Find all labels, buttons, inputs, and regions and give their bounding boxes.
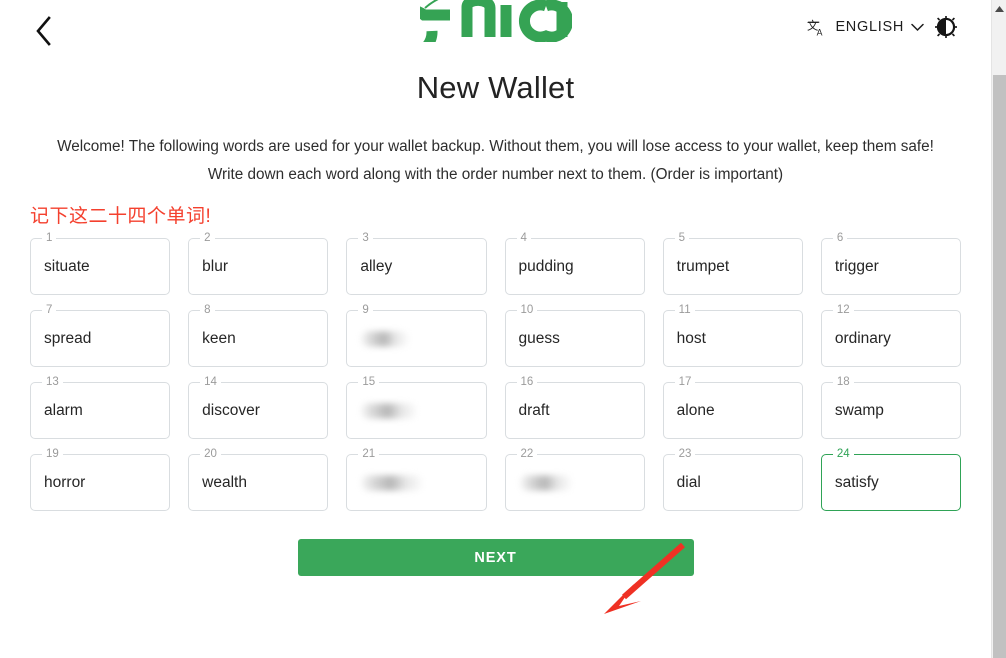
mnemonic-word-value: host [676, 329, 706, 347]
mnemonic-word-number: 10 [516, 303, 538, 317]
svg-text:A: A [817, 27, 823, 37]
mnemonic-word-redacted [361, 331, 410, 346]
mnemonic-word-field-3[interactable]: 3 alley [346, 231, 487, 295]
mnemonic-word-number: 18 [832, 375, 854, 389]
mnemonic-word-number: 15 [358, 375, 380, 389]
mnemonic-word-redacted [361, 475, 424, 490]
app-header: 文 A ENGLISH [0, 0, 991, 62]
mnemonic-word-value: situate [44, 257, 90, 275]
mnemonic-word-value: wealth [202, 473, 247, 491]
mnemonic-word-value: satisfy [834, 473, 879, 491]
mnemonic-word-value: alley [360, 257, 393, 275]
language-label: ENGLISH [835, 19, 904, 35]
mnemonic-word-field-6[interactable]: 6 trigger [820, 231, 961, 295]
page-viewport: 文 A ENGLISH New Wallet Welcome! The foll… [0, 0, 991, 658]
intro-line-2: Write down each word along with the orde… [207, 166, 784, 183]
mnemonic-word-field-2[interactable]: 2 blur [188, 231, 329, 295]
mnemonic-word-number: 6 [832, 231, 848, 245]
browser-scrollbar[interactable] [991, 0, 1006, 658]
mnemonic-word-field-18[interactable]: 18 swamp [820, 375, 961, 439]
translate-icon: 文 A [807, 17, 828, 38]
mnemonic-word-number: 9 [358, 303, 373, 317]
mnemonic-word-number: 4 [516, 231, 531, 245]
mnemonic-word-field-21[interactable]: 21 [346, 447, 487, 511]
next-button-row: NEXT [0, 539, 991, 576]
mnemonic-word-value: guess [518, 329, 560, 347]
intro-text: Welcome! The following words are used fo… [20, 133, 972, 189]
mnemonic-word-number: 14 [200, 375, 221, 389]
mnemonic-word-value: spread [44, 329, 92, 347]
mnemonic-word-grid: 1 situate 2 blur 3 alley 4 pudding 5 trumpet 6 trig… [0, 231, 991, 511]
mnemonic-word-field-16[interactable]: 16 draft [504, 375, 645, 439]
mnemonic-word-number: 11 [674, 303, 695, 317]
mnemonic-word-value: keen [202, 329, 236, 347]
mnemonic-word-number: 12 [832, 303, 854, 317]
mnemonic-word-value: blur [202, 257, 229, 275]
mnemonic-word-value: alarm [44, 401, 83, 419]
mnemonic-word-field-9[interactable]: 9 [346, 303, 487, 367]
scrollbar-thumb[interactable] [993, 75, 1006, 658]
mnemonic-word-field-19[interactable]: 19 horror [30, 447, 171, 511]
mnemonic-word-number: 22 [516, 447, 538, 461]
mnemonic-word-field-11[interactable]: 11 host [662, 303, 803, 367]
next-button[interactable]: NEXT [297, 539, 694, 576]
mnemonic-word-number: 19 [42, 447, 63, 461]
mnemonic-word-number: 21 [358, 447, 380, 461]
mnemonic-word-field-5[interactable]: 5 trumpet [662, 231, 803, 295]
mnemonic-word-field-1[interactable]: 1 situate [30, 231, 171, 295]
mnemonic-word-redacted [519, 475, 572, 490]
mnemonic-word-redacted [361, 403, 418, 418]
mnemonic-word-number: 20 [200, 447, 221, 461]
mnemonic-word-field-4[interactable]: 4 pudding [504, 231, 645, 295]
mnemonic-word-field-23[interactable]: 23 dial [662, 447, 803, 511]
mnemonic-word-number: 24 [832, 447, 854, 461]
back-button[interactable] [22, 10, 64, 52]
header-actions: 文 A ENGLISH [807, 16, 957, 38]
mnemonic-word-value: horror [44, 473, 86, 491]
mnemonic-word-value: swamp [834, 401, 884, 419]
mnemonic-word-number: 13 [42, 375, 63, 389]
mnemonic-word-field-22[interactable]: 22 [504, 447, 645, 511]
mnemonic-word-value: alone [676, 401, 715, 419]
mnemonic-word-field-14[interactable]: 14 discover [188, 375, 329, 439]
mnemonic-word-field-24[interactable]: 24 satisfy [820, 447, 961, 511]
mnemonic-word-field-17[interactable]: 17 alone [662, 375, 803, 439]
mnemonic-word-field-7[interactable]: 7 spread [30, 303, 171, 367]
mnemonic-word-number: 2 [200, 231, 215, 245]
intro-line-1: Welcome! The following words are used fo… [57, 138, 934, 155]
mnemonic-word-value: pudding [518, 257, 574, 275]
mnemonic-word-field-10[interactable]: 10 guess [504, 303, 645, 367]
mnemonic-word-number: 8 [200, 303, 215, 317]
mnemonic-word-value: discover [202, 401, 260, 419]
mnemonic-word-number: 23 [674, 447, 696, 461]
mnemonic-word-number: 7 [42, 303, 57, 317]
mnemonic-word-field-12[interactable]: 12 ordinary [820, 303, 961, 367]
mnemonic-word-value: dial [676, 473, 701, 491]
scrollbar-up-arrow-icon[interactable] [992, 2, 1006, 16]
mnemonic-word-number: 17 [674, 375, 696, 389]
chinese-annotation-note: 记下这二十四个单词! [30, 206, 212, 227]
dark-mode-toggle-icon[interactable] [935, 16, 957, 38]
mnemonic-word-field-15[interactable]: 15 [346, 375, 487, 439]
mnemonic-word-value: ordinary [834, 329, 891, 347]
mnemonic-word-field-20[interactable]: 20 wealth [188, 447, 329, 511]
mnemonic-word-number: 16 [516, 375, 538, 389]
mnemonic-word-value: trumpet [676, 257, 730, 275]
mnemonic-word-field-8[interactable]: 8 keen [188, 303, 329, 367]
mnemonic-word-value: draft [518, 401, 550, 419]
page-title: New Wallet [416, 70, 575, 105]
mnemonic-word-number: 3 [358, 231, 373, 245]
language-selector[interactable]: 文 A ENGLISH [807, 17, 924, 38]
mnemonic-word-value: trigger [834, 257, 879, 275]
chevron-left-icon [33, 15, 53, 47]
chevron-down-icon[interactable] [911, 23, 924, 32]
mnemonic-word-number: 5 [674, 231, 690, 245]
mnemonic-word-field-13[interactable]: 13 alarm [30, 375, 171, 439]
mnemonic-word-number: 1 [42, 231, 57, 245]
